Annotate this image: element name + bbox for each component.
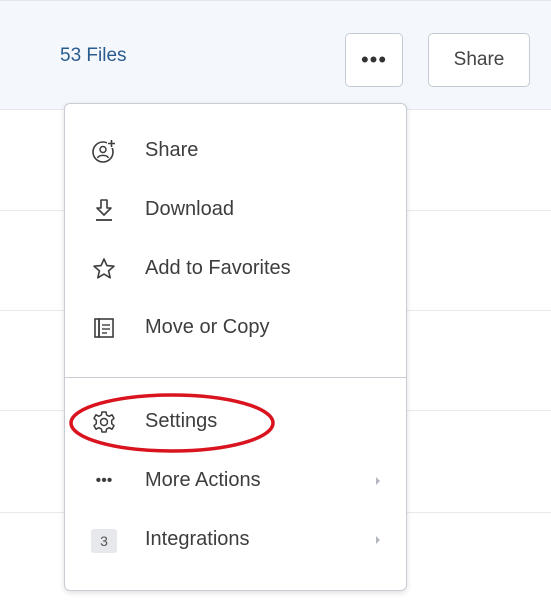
menu-item-label: Integrations [145,528,250,550]
actions-dropdown-menu: Share Download Add to Favorites Move or … [64,103,407,591]
menu-item-more-actions[interactable]: ••• More Actions [65,456,406,506]
menu-item-add-to-favorites[interactable]: Add to Favorites [65,244,406,294]
menu-item-move-or-copy[interactable]: Move or Copy [65,303,406,353]
file-count-label: 53 Files [60,45,127,66]
menu-item-label: Download [145,198,234,220]
share-button[interactable]: Share [428,33,530,87]
menu-item-label: Move or Copy [145,316,270,338]
chevron-right-icon [373,471,383,491]
integrations-count-badge: 3 [91,529,117,553]
menu-item-integrations[interactable]: 3 Integrations [65,515,406,565]
chevron-right-icon [373,530,383,550]
gear-icon [91,409,117,435]
ellipsis-icon: ••• [91,468,117,494]
share-person-icon [91,138,117,164]
menu-divider [65,377,406,378]
menu-item-label: Share [145,139,199,161]
menu-item-share[interactable]: Share [65,126,406,176]
share-button-label: Share [453,49,505,70]
menu-item-label: More Actions [145,469,261,491]
more-options-button[interactable]: ••• [345,33,403,87]
toolbar-header: 53 Files ••• Share [0,0,551,110]
move-copy-icon [91,315,117,341]
menu-item-settings[interactable]: Settings [65,397,406,447]
more-options-label: ••• [360,47,388,72]
menu-item-label: Add to Favorites [145,257,291,279]
star-icon [91,256,117,282]
page: 53 Files ••• Share Share Download Add to… [0,0,551,609]
menu-item-label: Settings [145,410,218,432]
ellipsis-glyph: ••• [95,472,113,489]
download-icon [91,197,117,223]
menu-item-download[interactable]: Download [65,185,406,235]
